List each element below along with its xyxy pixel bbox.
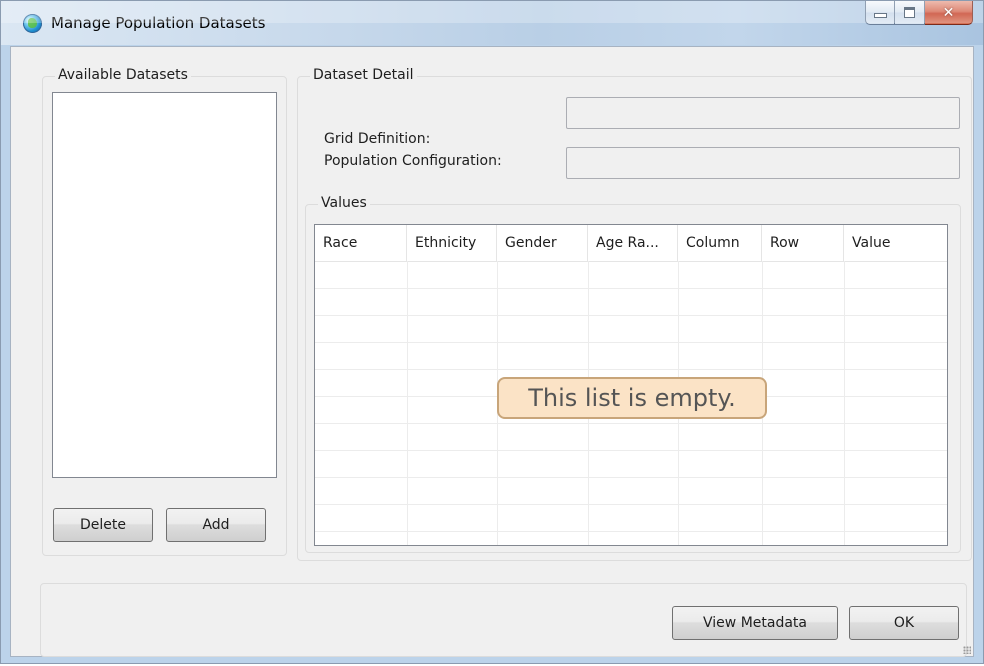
title-bar[interactable]: Manage Population Datasets ✕ <box>1 1 983 45</box>
column-header-age-range[interactable]: Age Ra... <box>588 225 678 261</box>
grid-definition-field <box>566 97 960 129</box>
available-datasets-list[interactable] <box>52 92 277 478</box>
dialog-window: Manage Population Datasets ✕ Available D… <box>0 0 984 664</box>
grid-column-divider <box>844 261 845 545</box>
grid-row-divider <box>315 531 947 532</box>
grid-row-divider <box>315 477 947 478</box>
column-header-value[interactable]: Value <box>844 225 947 261</box>
population-configuration-label: Population Configuration: <box>324 153 502 169</box>
maximize-icon <box>904 7 915 18</box>
grid-definition-label: Grid Definition: <box>324 131 431 147</box>
values-grid[interactable]: Race Ethnicity Gender Age Ra... Column R… <box>314 224 948 546</box>
values-grid-header: Race Ethnicity Gender Age Ra... Column R… <box>315 225 947 262</box>
maximize-button[interactable] <box>895 1 925 25</box>
grid-row-divider <box>315 450 947 451</box>
minimize-icon <box>873 13 887 18</box>
column-header-race[interactable]: Race <box>315 225 407 261</box>
add-button[interactable]: Add <box>166 508 266 542</box>
grid-row-divider <box>315 369 947 370</box>
close-button[interactable]: ✕ <box>925 1 973 25</box>
population-configuration-field <box>566 147 960 179</box>
column-header-column[interactable]: Column <box>678 225 762 261</box>
grid-row-divider <box>315 423 947 424</box>
caption-buttons: ✕ <box>865 1 973 27</box>
grid-row-divider <box>315 288 947 289</box>
resize-grip-icon[interactable] <box>963 646 971 654</box>
column-header-ethnicity[interactable]: Ethnicity <box>407 225 497 261</box>
grid-row-divider <box>315 342 947 343</box>
column-header-row[interactable]: Row <box>762 225 844 261</box>
grid-column-divider <box>407 261 408 545</box>
grid-row-divider <box>315 315 947 316</box>
globe-icon <box>23 14 42 33</box>
dataset-detail-label: Dataset Detail <box>310 67 417 83</box>
dialog-client-area: Available Datasets Delete Add Dataset De… <box>10 46 974 657</box>
grid-row-divider <box>315 504 947 505</box>
values-label: Values <box>318 195 370 211</box>
close-icon: ✕ <box>942 4 955 21</box>
minimize-button[interactable] <box>865 1 895 25</box>
view-metadata-button[interactable]: View Metadata <box>672 606 838 640</box>
empty-list-message: This list is empty. <box>497 377 767 419</box>
delete-button[interactable]: Delete <box>53 508 153 542</box>
window-title: Manage Population Datasets <box>51 14 266 32</box>
ok-button[interactable]: OK <box>849 606 959 640</box>
column-header-gender[interactable]: Gender <box>497 225 588 261</box>
available-datasets-label: Available Datasets <box>55 67 191 83</box>
